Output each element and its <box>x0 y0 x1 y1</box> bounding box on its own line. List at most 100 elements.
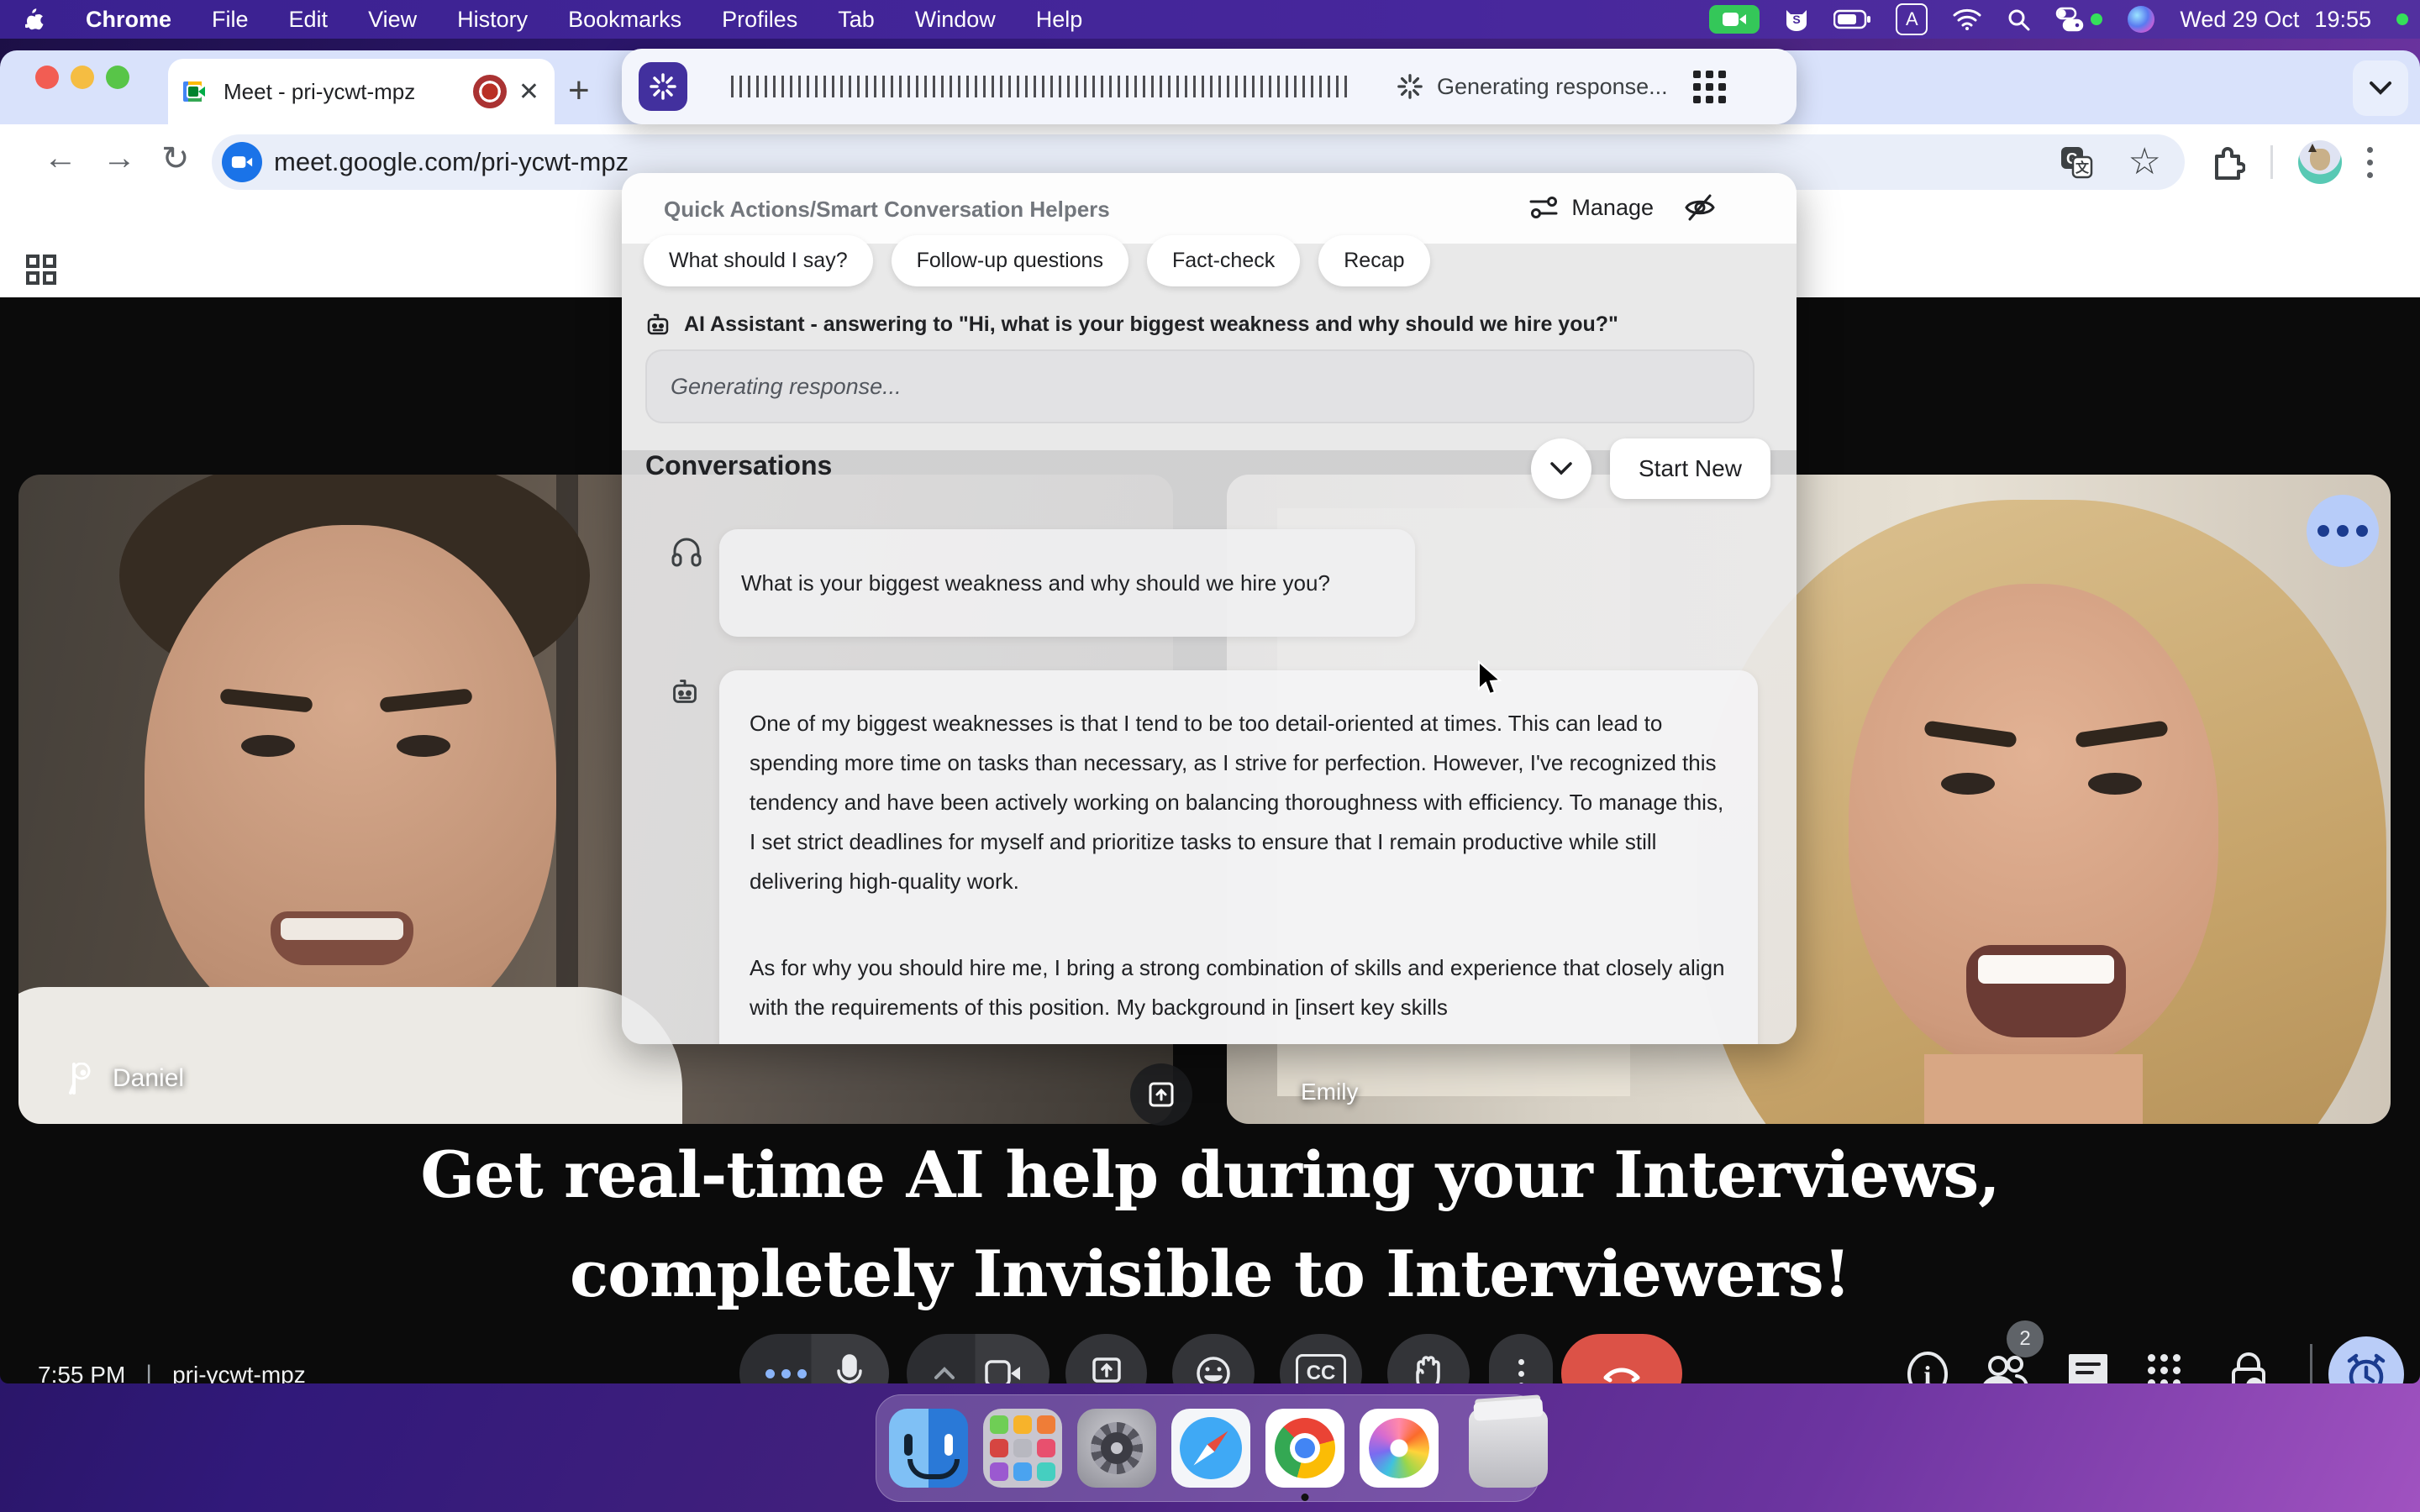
menu-bar-clock[interactable]: Wed 29 Oct 19:55 <box>2180 7 2371 33</box>
menu-item-tab[interactable]: Tab <box>838 7 875 33</box>
host-controls-button[interactable] <box>2227 1351 2272 1383</box>
window-zoom-button[interactable] <box>106 66 129 89</box>
assistant-status-bar[interactable]: Generating response... <box>622 49 1797 124</box>
more-options-button[interactable] <box>1489 1334 1553 1383</box>
quick-action-recap[interactable]: Recap <box>1318 235 1429 286</box>
menu-item-history[interactable]: History <box>457 7 528 33</box>
dock-settings-icon[interactable] <box>1077 1409 1156 1488</box>
new-tab-button[interactable]: + <box>568 72 590 109</box>
tab-title: Meet - pri-ycwt-mpz <box>224 79 461 105</box>
quick-actions-row: What should I say? Follow-up questions F… <box>644 235 1430 286</box>
window-close-button[interactable] <box>35 66 59 89</box>
tile-options-button[interactable] <box>2307 495 2379 567</box>
extensions-puzzle-icon[interactable] <box>2210 144 2245 180</box>
menu-item-help[interactable]: Help <box>1036 7 1083 33</box>
reactions-button[interactable] <box>1172 1334 1255 1383</box>
waveform-ticks <box>731 76 1353 97</box>
siri-icon[interactable] <box>2128 6 2154 33</box>
manage-label: Manage <box>1571 195 1654 221</box>
activities-button[interactable] <box>2148 1354 2181 1383</box>
input-source-icon[interactable]: A <box>1896 3 1928 35</box>
tab-close-icon[interactable]: ✕ <box>518 77 539 107</box>
wifi-icon[interactable] <box>1953 8 1981 30</box>
assistant-answer-bubble[interactable]: One of my biggest weaknesses is that I t… <box>719 670 1758 1044</box>
pin-tile-button[interactable] <box>1130 1063 1192 1126</box>
quick-actions-header: Quick Actions/Smart Conversation Helpers <box>664 197 1110 223</box>
menu-item-bookmarks[interactable]: Bookmarks <box>568 7 681 33</box>
reload-button[interactable]: ↻ <box>161 139 190 178</box>
browser-menu-icon[interactable] <box>2367 147 2373 178</box>
status-text: Generating response... <box>1437 74 1668 100</box>
person-teeth <box>1978 955 2114 984</box>
dock-launchpad-icon[interactable] <box>983 1409 1062 1488</box>
manage-button[interactable]: Manage <box>1529 193 1716 222</box>
menu-item-chrome[interactable]: Chrome <box>86 7 171 33</box>
person-eye <box>397 735 450 757</box>
dock-photos-icon[interactable] <box>1360 1409 1439 1488</box>
spotlight-search-icon[interactable] <box>2007 8 2030 31</box>
conversations-title: Conversations <box>645 450 832 481</box>
camera-active-indicator-icon[interactable] <box>1709 5 1760 34</box>
profile-avatar[interactable] <box>2298 140 2342 184</box>
menu-item-view[interactable]: View <box>368 7 417 33</box>
eye-off-icon[interactable] <box>1684 193 1716 222</box>
collapse-chevron-button[interactable] <box>1531 438 1591 499</box>
start-new-button[interactable]: Start New <box>1610 438 1770 499</box>
participant-name: Daniel <box>113 1064 184 1093</box>
menu-item-window[interactable]: Window <box>915 7 996 33</box>
dock-finder-icon[interactable] <box>889 1409 968 1488</box>
sliders-icon <box>1529 195 1558 220</box>
chat-button[interactable] <box>2065 1351 2111 1383</box>
browser-tab-meet[interactable]: Meet - pri-ycwt-mpz ✕ <box>168 59 555 124</box>
grid-icon[interactable] <box>25 254 57 286</box>
battery-icon[interactable] <box>1833 9 1870 29</box>
chevron-up-icon <box>934 1367 955 1380</box>
bookmark-star-icon[interactable]: ☆ <box>2128 145 2161 179</box>
present-button[interactable] <box>1065 1334 1147 1383</box>
screen: Chrome File Edit View History Bookmarks … <box>0 0 2420 1512</box>
person-teeth <box>281 918 403 940</box>
tab-recording-icon[interactable] <box>473 75 507 108</box>
answer-paragraph-2: As for why you should hire me, I bring a… <box>750 948 1728 1027</box>
quick-action-what-should-i-say[interactable]: What should I say? <box>644 235 873 286</box>
quick-action-fact-check[interactable]: Fact-check <box>1147 235 1300 286</box>
svg-text:文: 文 <box>2075 160 2090 176</box>
status-app-icon[interactable]: S <box>1785 7 1808 32</box>
end-call-button[interactable] <box>1561 1334 1682 1383</box>
menu-item-file[interactable]: File <box>212 7 249 33</box>
control-center-icon[interactable] <box>2055 7 2102 32</box>
macos-menu-bar: Chrome File Edit View History Bookmarks … <box>0 0 2420 39</box>
apps-grid-icon[interactable] <box>1693 71 1726 103</box>
timer-extension-button[interactable] <box>2328 1336 2404 1383</box>
translate-icon[interactable]: G文 <box>2060 145 2093 179</box>
participant-name-tag: Emily <box>1301 1079 1358 1105</box>
captions-button[interactable]: CC <box>1280 1334 1362 1383</box>
menu-item-profiles[interactable]: Profiles <box>722 7 797 33</box>
assistant-answering-line: AI Assistant - answering to "Hi, what is… <box>645 312 1618 337</box>
dock-trash-icon[interactable] <box>1469 1409 1548 1488</box>
status-green-dot <box>2091 13 2102 25</box>
quick-action-follow-up[interactable]: Follow-up questions <box>892 235 1128 286</box>
assistant-app-icon[interactable] <box>639 62 687 111</box>
meeting-time: 7:55 PM <box>38 1362 125 1383</box>
person-eye <box>2088 773 2142 795</box>
tab-search-chevron-button[interactable] <box>2353 60 2408 116</box>
microphone-button[interactable] <box>739 1334 889 1383</box>
robot-icon <box>671 677 699 706</box>
site-camera-permission-icon[interactable] <box>222 142 262 182</box>
clock-date: Wed 29 Oct <box>2180 7 2299 33</box>
dock-chrome-icon[interactable] <box>1265 1409 1344 1488</box>
meeting-details-button[interactable]: i <box>1906 1351 1949 1383</box>
participant-name-tag: Daniel <box>66 1063 184 1095</box>
apple-logo-icon[interactable] <box>25 8 45 31</box>
dock-safari-icon[interactable] <box>1171 1409 1250 1488</box>
question-text: What is your biggest weakness and why sh… <box>741 570 1330 596</box>
window-minimize-button[interactable] <box>71 66 94 89</box>
person-shirt <box>18 987 682 1124</box>
forward-button[interactable]: → <box>103 139 136 177</box>
camera-button[interactable] <box>907 1334 1050 1383</box>
back-button[interactable]: ← <box>44 139 77 177</box>
menu-item-edit[interactable]: Edit <box>289 7 329 33</box>
raise-hand-button[interactable] <box>1387 1334 1470 1383</box>
interviewer-question-bubble[interactable]: What is your biggest weakness and why sh… <box>719 529 1415 637</box>
